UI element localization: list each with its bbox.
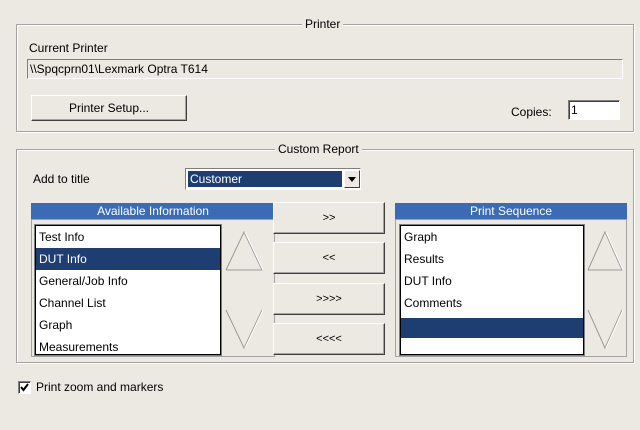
- scroll-down-icon[interactable]: [224, 308, 264, 352]
- current-printer-field: \\Spqcprn01\Lexmark Optra T614: [27, 59, 623, 79]
- copies-input[interactable]: [568, 100, 620, 120]
- copies-label: Copies:: [511, 105, 552, 119]
- available-item-graph[interactable]: Graph: [36, 314, 220, 336]
- remove-item-button[interactable]: <<: [273, 242, 385, 274]
- available-item-dut-info[interactable]: DUT Info: [36, 248, 220, 270]
- sequence-item-comments[interactable]: Comments: [401, 292, 583, 314]
- custom-report-group: Custom Report Add to title Customer Avai…: [16, 142, 634, 363]
- add-to-title-select[interactable]: Customer: [185, 168, 361, 190]
- print-zoom-label: Print zoom and markers: [36, 380, 164, 394]
- printer-group-title: Printer: [302, 17, 344, 31]
- available-item-channel-list[interactable]: Channel List: [36, 292, 220, 314]
- available-item-measurements[interactable]: Measurements: [36, 336, 220, 354]
- current-printer-label: Current Printer: [29, 41, 108, 55]
- add-to-title-label: Add to title: [33, 172, 90, 186]
- print-sequence-list[interactable]: Graph Results DUT Info Comments: [400, 225, 584, 355]
- printer-group: Printer Current Printer \\Spqcprn01\Lexm…: [16, 17, 634, 132]
- checkmark-icon: [20, 383, 29, 392]
- add-to-title-value: Customer: [190, 172, 243, 186]
- sequence-list-panel: Graph Results DUT Info Comments: [395, 219, 627, 357]
- remove-all-button[interactable]: <<<<: [273, 323, 385, 355]
- add-item-button[interactable]: >>: [273, 202, 385, 234]
- dropdown-button[interactable]: [344, 170, 360, 188]
- sequence-item-graph[interactable]: Graph: [401, 226, 583, 248]
- available-item-general-job-info[interactable]: General/Job Info: [36, 270, 220, 292]
- available-information-header: Available Information: [31, 203, 275, 219]
- print-zoom-checkbox[interactable]: [18, 381, 31, 394]
- sequence-scroll-down-icon[interactable]: [586, 308, 624, 352]
- print-sequence-header: Print Sequence: [395, 203, 627, 219]
- available-list-panel: Test Info DUT Info General/Job Info Chan…: [31, 219, 275, 357]
- available-information-list[interactable]: Test Info DUT Info General/Job Info Chan…: [35, 225, 221, 355]
- printer-setup-button[interactable]: Printer Setup...: [31, 95, 187, 121]
- available-item-test-info[interactable]: Test Info: [36, 226, 220, 248]
- chevron-down-icon: [348, 177, 356, 182]
- add-all-button[interactable]: >>>>: [273, 283, 385, 315]
- scroll-up-icon[interactable]: [224, 230, 264, 274]
- custom-report-title: Custom Report: [275, 142, 362, 156]
- current-printer-value: \\Spqcprn01\Lexmark Optra T614: [30, 62, 208, 76]
- add-to-title-selected: Customer: [187, 170, 343, 188]
- sequence-item-blank[interactable]: [401, 318, 583, 338]
- sequence-scroll-up-icon[interactable]: [586, 230, 624, 274]
- sequence-item-results[interactable]: Results: [401, 248, 583, 270]
- sequence-item-dut-info[interactable]: DUT Info: [401, 270, 583, 292]
